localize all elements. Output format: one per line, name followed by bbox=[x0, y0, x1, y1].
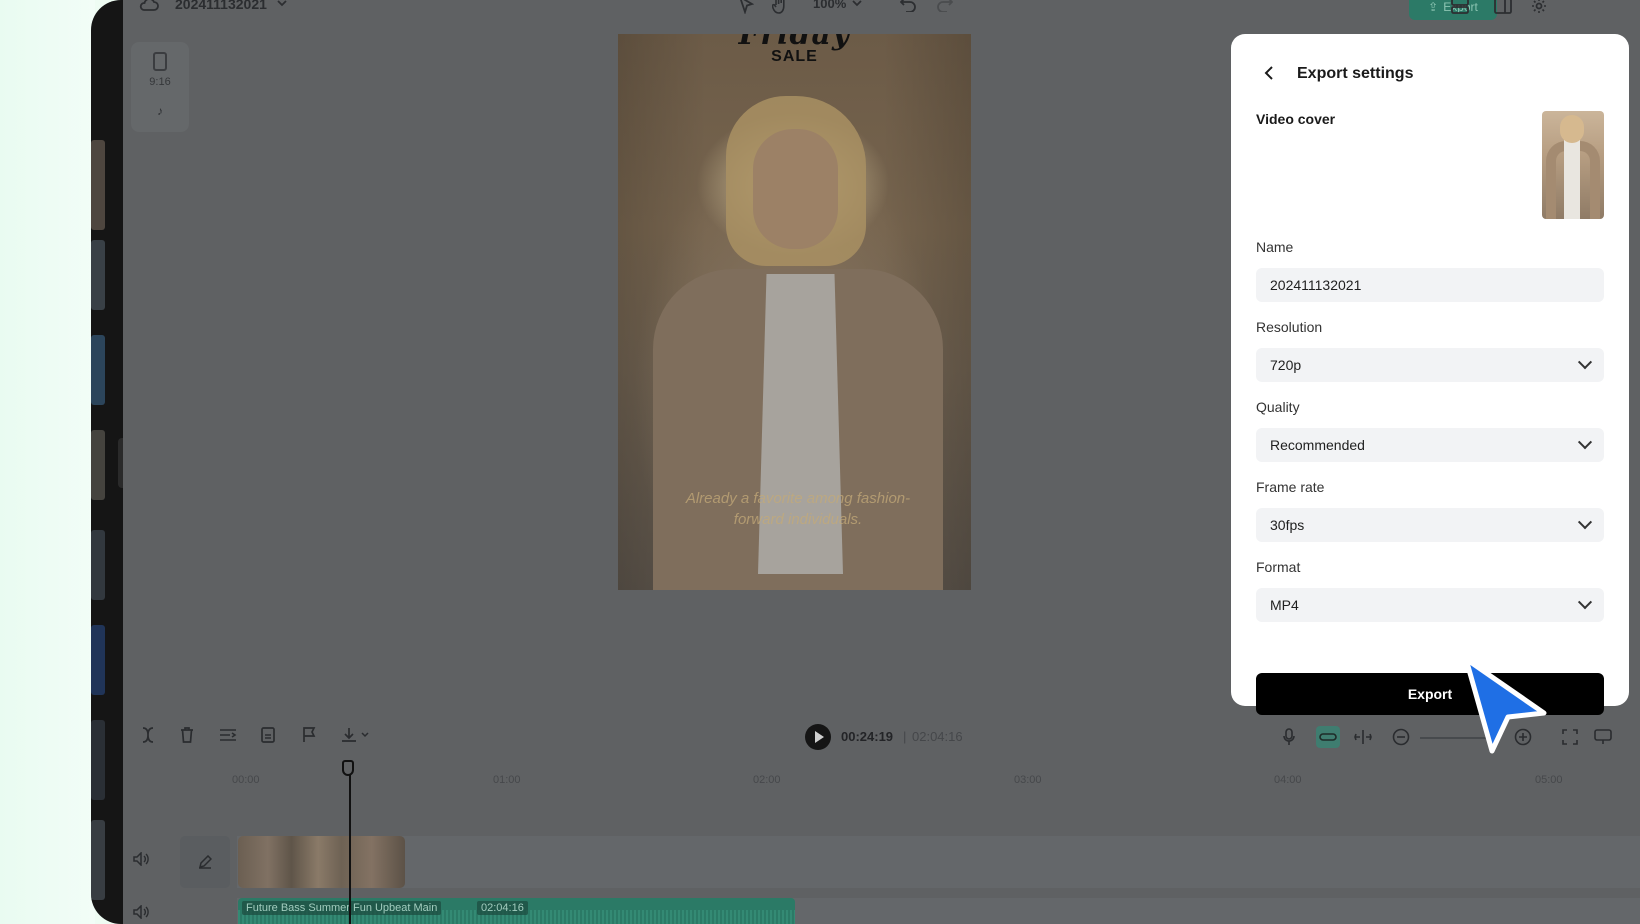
play-button[interactable] bbox=[805, 724, 831, 750]
side-thumbnail bbox=[91, 720, 105, 800]
resolution-value: 720p bbox=[1270, 357, 1302, 373]
link-icon bbox=[1319, 730, 1337, 744]
fullscreen-icon[interactable] bbox=[1560, 727, 1580, 747]
resolution-select[interactable]: 720p bbox=[1256, 348, 1604, 382]
ruler-tick: 02:00 bbox=[753, 774, 781, 786]
audio-clip-name: Future Bass Summer Fun Upbeat Main bbox=[242, 901, 442, 915]
hand-tool-icon[interactable] bbox=[769, 0, 791, 16]
current-time: 00:24:19 bbox=[841, 729, 894, 744]
name-input[interactable] bbox=[1256, 268, 1604, 302]
cover-figure-shirt bbox=[1564, 139, 1580, 219]
redo-icon[interactable] bbox=[935, 0, 955, 14]
delete-icon[interactable] bbox=[178, 726, 196, 744]
link-toggle[interactable] bbox=[1316, 726, 1340, 748]
frame-rate-select[interactable]: 30fps bbox=[1256, 508, 1604, 542]
side-thumbnail bbox=[91, 140, 105, 230]
side-thumbnail bbox=[91, 430, 105, 500]
zoom-out-icon[interactable] bbox=[1391, 727, 1411, 747]
split-screen-icon[interactable] bbox=[1353, 727, 1373, 747]
back-arrow-icon[interactable] bbox=[1261, 64, 1279, 82]
panel-title: Export settings bbox=[1297, 65, 1414, 82]
edit-cover-button[interactable] bbox=[180, 836, 230, 888]
ruler-tick: 05:00 bbox=[1535, 774, 1563, 786]
layout-columns-icon[interactable] bbox=[1493, 0, 1513, 16]
upload-icon: ⇪ bbox=[1428, 0, 1439, 14]
page-background bbox=[0, 0, 95, 924]
side-thumbnail bbox=[91, 530, 105, 600]
zoom-level[interactable]: 100% bbox=[813, 0, 846, 11]
audio-clip[interactable]: Future Bass Summer Fun Upbeat Main 02:04… bbox=[238, 898, 795, 924]
ruler-tick: 01:00 bbox=[493, 774, 521, 786]
microphone-icon[interactable] bbox=[1280, 727, 1298, 747]
video-title-overlay: Friday SALE bbox=[618, 34, 971, 66]
ruler-tick: 00:00 bbox=[232, 774, 260, 786]
export-settings-panel: Export settings Video cover Name Resolut… bbox=[1231, 34, 1629, 715]
undo-icon[interactable] bbox=[898, 0, 918, 14]
audio-clip-duration: 02:04:16 bbox=[477, 901, 528, 915]
side-thumbnail bbox=[91, 820, 105, 900]
side-thumbnail bbox=[91, 240, 105, 310]
pointer-tool-icon[interactable] bbox=[735, 0, 757, 16]
chevron-down-icon bbox=[1577, 595, 1593, 610]
resolution-label: Resolution bbox=[1256, 319, 1323, 335]
format-value: MP4 bbox=[1270, 597, 1299, 613]
cloud-icon[interactable] bbox=[139, 0, 159, 12]
ruler-tick: 04:00 bbox=[1274, 774, 1302, 786]
mouse-cursor-icon bbox=[1463, 656, 1547, 754]
video-preview[interactable]: Friday SALE Already a favorite among fas… bbox=[618, 34, 971, 590]
quality-value: Recommended bbox=[1270, 437, 1365, 453]
download-icon[interactable] bbox=[339, 726, 359, 744]
chevron-down-icon[interactable] bbox=[360, 730, 370, 740]
side-thumbnail bbox=[91, 625, 105, 695]
video-title-sale: SALE bbox=[771, 48, 818, 65]
playhead-handle[interactable] bbox=[342, 760, 354, 776]
cover-figure-head bbox=[1560, 115, 1584, 143]
aspect-ratio-label: 9:16 bbox=[149, 76, 171, 88]
volume-icon[interactable] bbox=[133, 851, 151, 869]
ruler-tick: 03:00 bbox=[1014, 774, 1042, 786]
split-icon[interactable] bbox=[139, 726, 157, 744]
chevron-down-icon[interactable] bbox=[851, 0, 863, 9]
format-select[interactable]: MP4 bbox=[1256, 588, 1604, 622]
frame-rate-value: 30fps bbox=[1270, 517, 1305, 533]
tiktok-icon[interactable]: ♪ bbox=[153, 104, 167, 118]
format-label: Format bbox=[1256, 559, 1301, 575]
quality-select[interactable]: Recommended bbox=[1256, 428, 1604, 462]
chevron-down-icon bbox=[1577, 515, 1593, 530]
settings-icon[interactable] bbox=[1529, 0, 1549, 16]
top-bar: 202411132021 100% ⇪ Export bbox=[123, 0, 1640, 34]
chevron-down-icon[interactable] bbox=[276, 0, 288, 9]
quality-label: Quality bbox=[1256, 399, 1300, 415]
layout-stack-icon[interactable] bbox=[1450, 0, 1470, 16]
video-caption-line: Already a favorite among fashion- bbox=[685, 490, 911, 507]
frame-rate-label: Frame rate bbox=[1256, 479, 1325, 495]
trim-icon[interactable] bbox=[218, 726, 238, 744]
project-name[interactable]: 202411132021 bbox=[175, 0, 267, 12]
total-time: 02:04:16 bbox=[912, 729, 963, 744]
chevron-down-icon bbox=[1577, 435, 1593, 450]
pencil-icon bbox=[197, 854, 213, 870]
name-label: Name bbox=[1256, 239, 1294, 255]
video-caption-line: forward individuals. bbox=[733, 511, 863, 528]
freeze-frame-icon[interactable] bbox=[259, 726, 277, 744]
video-cover-label: Video cover bbox=[1256, 111, 1336, 127]
playhead[interactable] bbox=[349, 762, 351, 924]
video-figure-face bbox=[753, 129, 838, 249]
time-separator: | bbox=[903, 729, 907, 744]
aspect-ratio-panel[interactable]: 9:16 ♪ bbox=[131, 42, 189, 132]
portrait-ratio-icon bbox=[153, 52, 167, 71]
flag-icon[interactable] bbox=[300, 726, 318, 744]
video-clip[interactable] bbox=[238, 836, 405, 888]
video-cover-thumbnail[interactable] bbox=[1542, 111, 1604, 219]
side-thumbnail bbox=[91, 335, 105, 405]
video-caption: Already a favorite among fashion- forwar… bbox=[648, 488, 948, 530]
chevron-down-icon bbox=[1577, 355, 1593, 370]
video-track bbox=[237, 836, 1640, 888]
volume-icon[interactable] bbox=[133, 904, 151, 922]
comment-icon[interactable] bbox=[1593, 727, 1613, 747]
